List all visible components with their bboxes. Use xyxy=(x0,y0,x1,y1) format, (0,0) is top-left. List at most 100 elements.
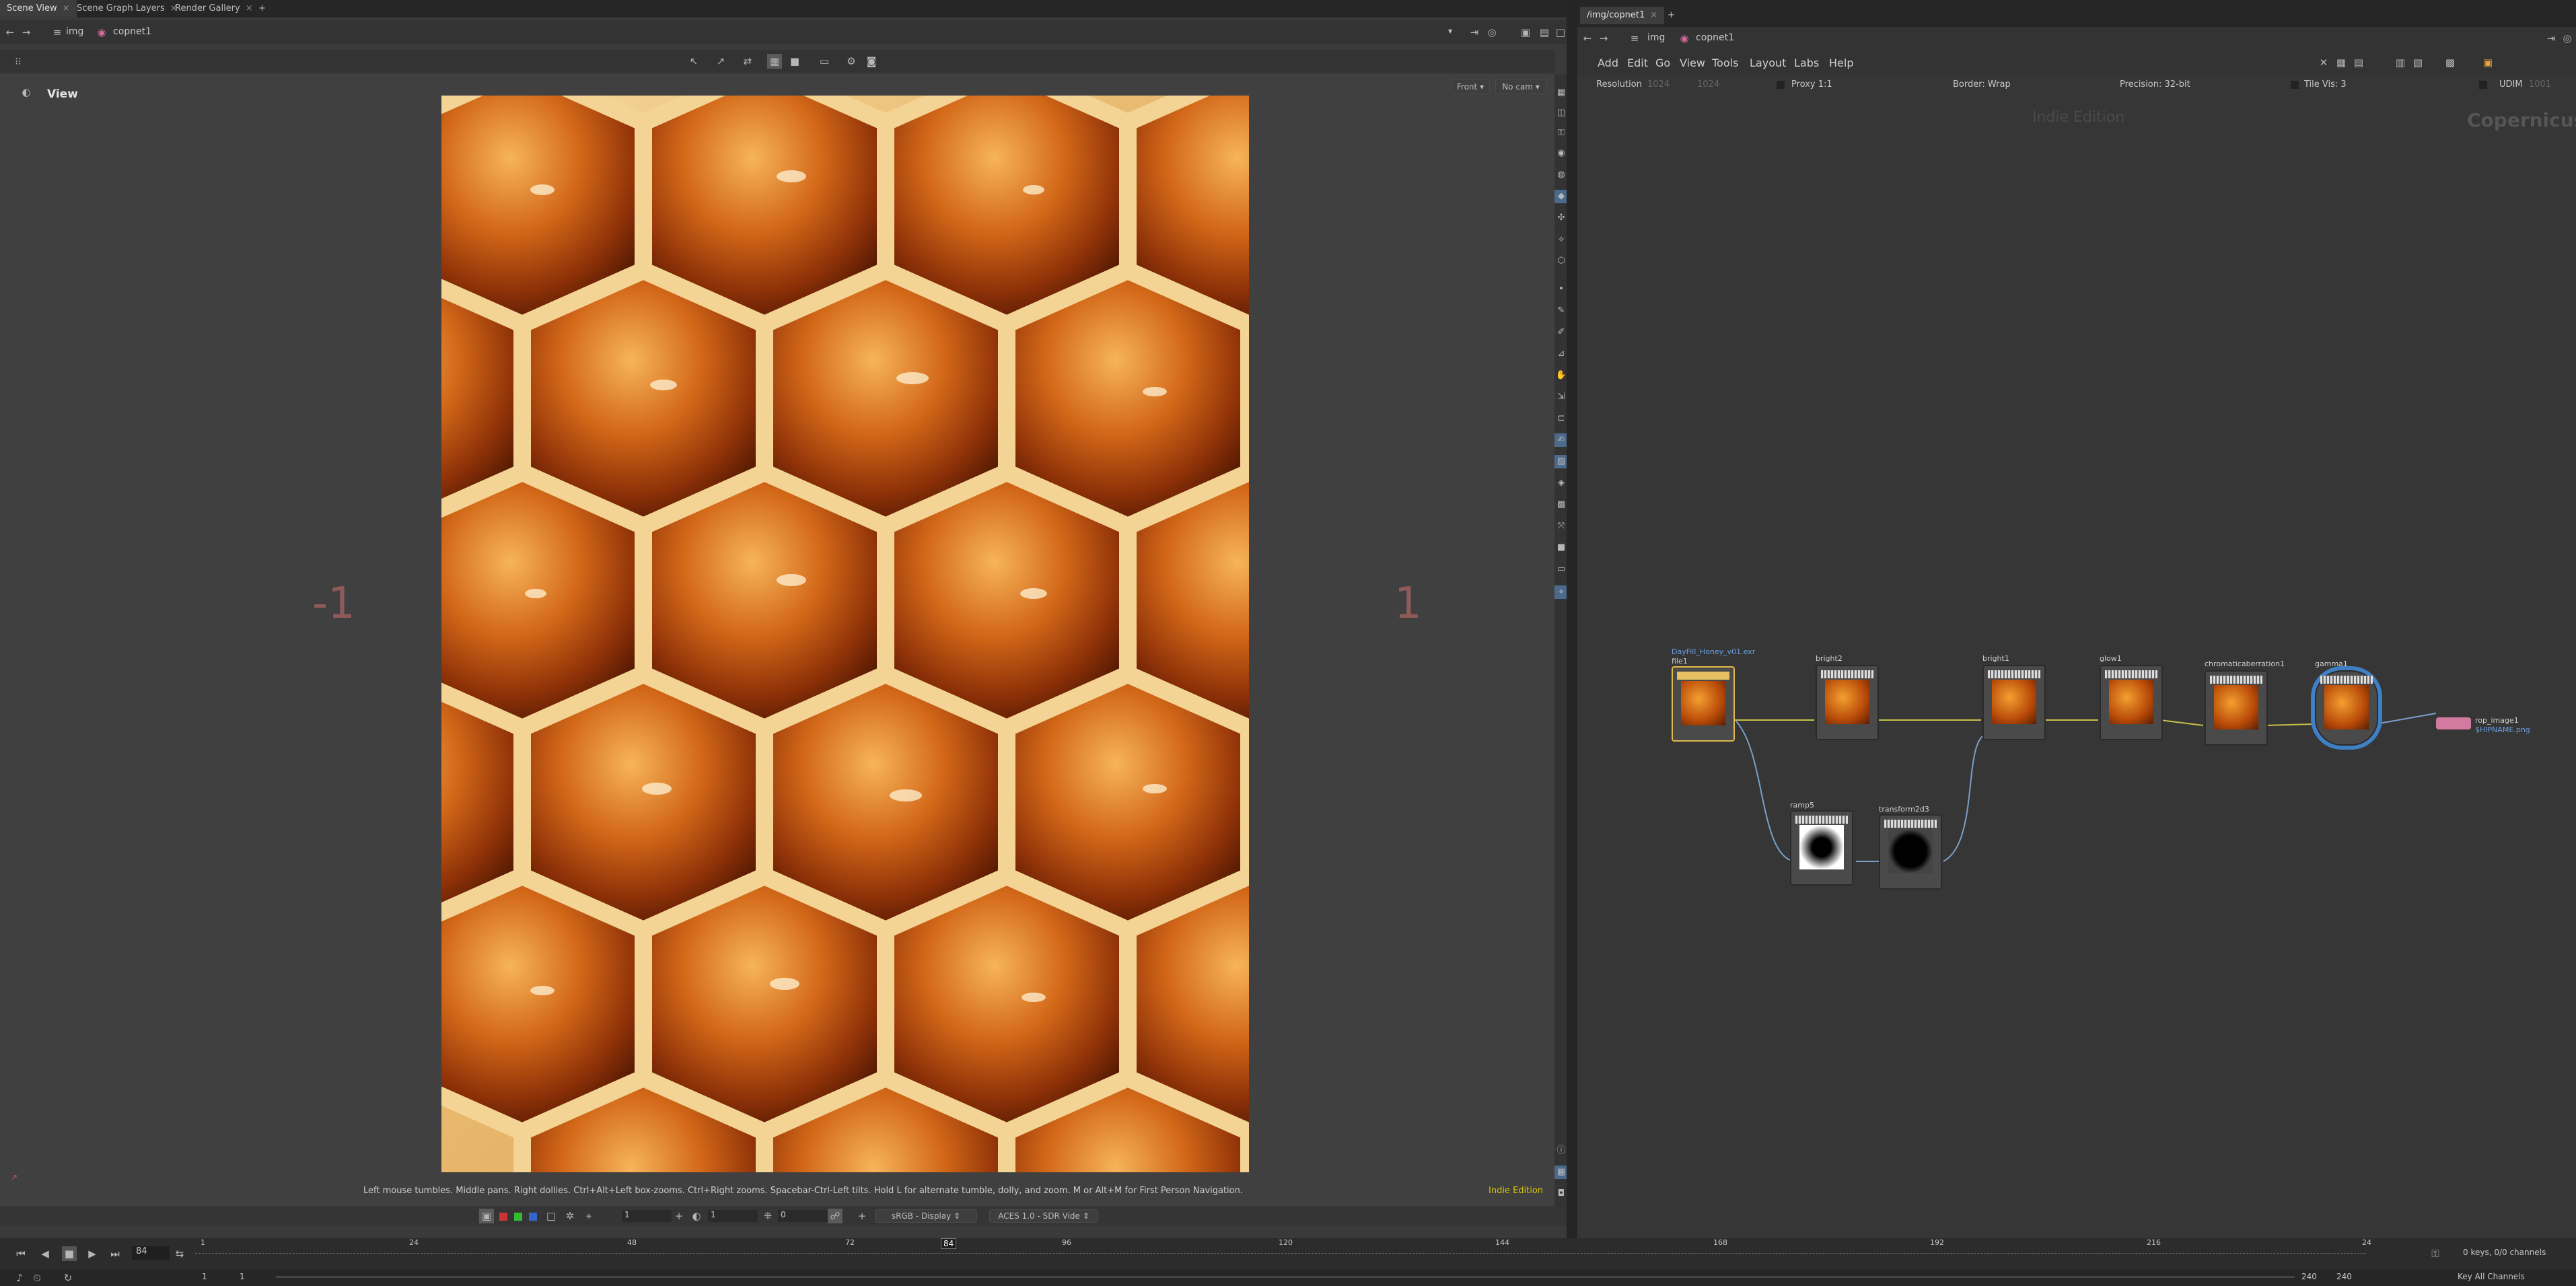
range-start-field[interactable]: 1 xyxy=(202,1272,207,1281)
exposure-icon[interactable]: ✲ xyxy=(563,1209,577,1223)
path-root[interactable]: img xyxy=(1647,32,1665,43)
pen-icon[interactable]: ✐ xyxy=(1554,326,1568,339)
pane-divider[interactable] xyxy=(1567,0,1577,1238)
snap-icon[interactable]: ✣ xyxy=(1554,211,1568,225)
path-node[interactable]: copnet1 xyxy=(113,26,151,37)
realtime-icon[interactable]: ⏲ xyxy=(30,1271,44,1285)
blue-channel-icon[interactable] xyxy=(529,1213,537,1221)
add-tab-button[interactable]: + xyxy=(1661,7,1682,24)
stepper-plus-icon[interactable]: + xyxy=(672,1209,686,1223)
tab-render-gallery[interactable]: Render Gallery × xyxy=(168,0,260,17)
gamma-field[interactable]: 1 xyxy=(708,1210,758,1222)
view-menu-icon[interactable]: ◐ xyxy=(19,85,34,100)
step-back-icon[interactable]: ◀ xyxy=(38,1246,52,1261)
alpha-icon[interactable]: □ xyxy=(544,1209,559,1223)
point-icon[interactable]: • xyxy=(1554,283,1568,296)
link-icon[interactable]: ◎ xyxy=(2560,31,2575,46)
node-bright2[interactable] xyxy=(1816,665,1879,740)
help-icon[interactable]: □ xyxy=(1553,25,1568,40)
menu-add[interactable]: Add xyxy=(1598,57,1618,69)
safe-area-icon[interactable]: ▭ xyxy=(817,54,832,69)
frame-icon[interactable]: ⁜ xyxy=(760,1209,775,1223)
add-icon[interactable]: + xyxy=(855,1209,869,1223)
wireframe-icon[interactable]: ⬡ xyxy=(1554,254,1568,268)
grid-small-icon[interactable]: ▦ xyxy=(1554,1166,1568,1179)
color-icon[interactable]: ▣ xyxy=(2480,55,2495,70)
stop-icon[interactable]: ■ xyxy=(62,1246,77,1261)
node-gamma1[interactable] xyxy=(2315,670,2378,746)
sync-icon[interactable]: ↻ xyxy=(61,1271,75,1285)
colorspace-dropdown[interactable]: sRGB - Display ⇕ xyxy=(875,1209,977,1223)
tree-view-icon[interactable]: ▧ xyxy=(2410,55,2425,70)
node-rop-image1[interactable] xyxy=(2436,717,2471,729)
shading-icon[interactable]: ⟡ xyxy=(1554,233,1568,246)
view-mode-icon[interactable]: ■ xyxy=(787,54,802,69)
loop-icon[interactable]: ⇆ xyxy=(172,1246,187,1261)
pin-icon[interactable]: ⇥ xyxy=(1467,25,1482,40)
menu-view[interactable]: View xyxy=(1680,57,1705,69)
connect-icon[interactable]: ⤧ xyxy=(1554,520,1568,533)
tab-scene-graph-layers[interactable]: Scene Graph Layers × xyxy=(70,0,184,17)
back-arrow-icon[interactable]: ← xyxy=(1580,31,1595,46)
select-tool-icon[interactable]: ↖ xyxy=(686,54,701,69)
select-icon[interactable]: ◫ xyxy=(1554,106,1568,120)
cube-icon[interactable]: ■ xyxy=(1554,541,1568,555)
menu-edit[interactable]: Edit xyxy=(1627,57,1648,69)
audio-icon[interactable]: ♪ xyxy=(12,1271,27,1285)
eye-icon[interactable]: ◉ xyxy=(1554,147,1568,160)
view-transform-dropdown[interactable]: ACES 1.0 - SDR Vide ⇕ xyxy=(989,1209,1098,1223)
node-chromaticaberration1[interactable] xyxy=(2205,670,2268,746)
green-channel-icon[interactable] xyxy=(514,1213,522,1221)
paint-icon[interactable]: ✍ xyxy=(1554,433,1568,447)
resolution-width[interactable]: 1024 xyxy=(1647,79,1670,90)
magnet-icon[interactable]: ◆ xyxy=(1554,190,1568,203)
node-transform2d3[interactable] xyxy=(1879,814,1942,890)
camera-nocam-dropdown[interactable]: No cam ▾ xyxy=(1495,79,1546,94)
close-icon[interactable]: × xyxy=(1650,10,1657,20)
go-start-icon[interactable]: ⏮ xyxy=(13,1246,28,1261)
layout-icon[interactable]: ▣ xyxy=(1518,25,1533,40)
measure-icon[interactable]: ⊏ xyxy=(1554,412,1568,425)
rgb-toggle-icon[interactable]: ▣ xyxy=(479,1209,494,1223)
tab-scene-view[interactable]: Scene View × xyxy=(0,0,77,17)
viewport[interactable]: ◐ View Front ▾ No cam ▾ -1 1 ↗ xyxy=(0,74,1554,1206)
camera-icon[interactable]: ⚙ xyxy=(844,54,859,69)
layers-icon[interactable]: ▩ xyxy=(1554,498,1568,511)
add-tab-button[interactable]: + xyxy=(252,0,273,17)
node-ramp5[interactable] xyxy=(1790,810,1853,886)
light-icon[interactable]: ◍ xyxy=(1554,168,1568,182)
node-file1[interactable] xyxy=(1672,666,1735,742)
forward-arrow-icon[interactable]: → xyxy=(19,25,34,40)
network-list-icon[interactable]: ▦ xyxy=(2334,55,2349,70)
gamma-icon[interactable]: ◐ xyxy=(689,1209,704,1223)
snapshot-icon[interactable]: ◙ xyxy=(864,54,879,69)
key-all-channels-button[interactable]: Key All Channels xyxy=(2458,1272,2525,1281)
back-arrow-icon[interactable]: ← xyxy=(3,25,17,40)
offset-field[interactable]: 0 xyxy=(778,1210,828,1222)
menu-go[interactable]: Go xyxy=(1655,57,1670,69)
exposure-field[interactable]: 1 xyxy=(622,1210,672,1222)
network-canvas[interactable]: Indie Edition Copernicus DayFill_Honey_v… xyxy=(1577,94,2576,1238)
border-label[interactable]: Border: Wrap xyxy=(1953,79,2011,90)
node-glow1[interactable] xyxy=(2100,665,2163,740)
timeline-track[interactable] xyxy=(195,1253,2366,1255)
desktop-icon[interactable]: ▤ xyxy=(1537,25,1552,40)
menu-layout[interactable]: Layout xyxy=(1750,57,1786,69)
play-icon[interactable]: ▶ xyxy=(85,1246,100,1261)
lut-icon[interactable]: ☍ xyxy=(828,1209,843,1223)
wrench-icon[interactable]: ✕ xyxy=(2316,55,2331,70)
display-icon[interactable]: ▭ xyxy=(1554,563,1568,576)
path-node[interactable]: copnet1 xyxy=(1696,32,1734,43)
menu-labs[interactable]: Labs xyxy=(1794,57,1819,69)
red-channel-icon[interactable] xyxy=(499,1213,507,1221)
grid-menu-icon[interactable]: ⁝⁝ xyxy=(11,54,26,69)
move-tool-icon[interactable]: ↗ xyxy=(713,54,728,69)
precision-label[interactable]: Precision: 32-bit xyxy=(2120,79,2190,90)
camera-bottom-icon[interactable]: ◘ xyxy=(1554,1187,1568,1201)
forward-arrow-icon[interactable]: → xyxy=(1596,31,1611,46)
range-end-field[interactable]: 240 xyxy=(2301,1272,2317,1281)
tile-vis-checkbox[interactable] xyxy=(2291,81,2299,89)
close-icon[interactable]: × xyxy=(63,3,70,13)
key-icon[interactable]: ⚿ xyxy=(2428,1246,2443,1261)
grid-icon[interactable]: ▦ xyxy=(1554,86,1568,100)
